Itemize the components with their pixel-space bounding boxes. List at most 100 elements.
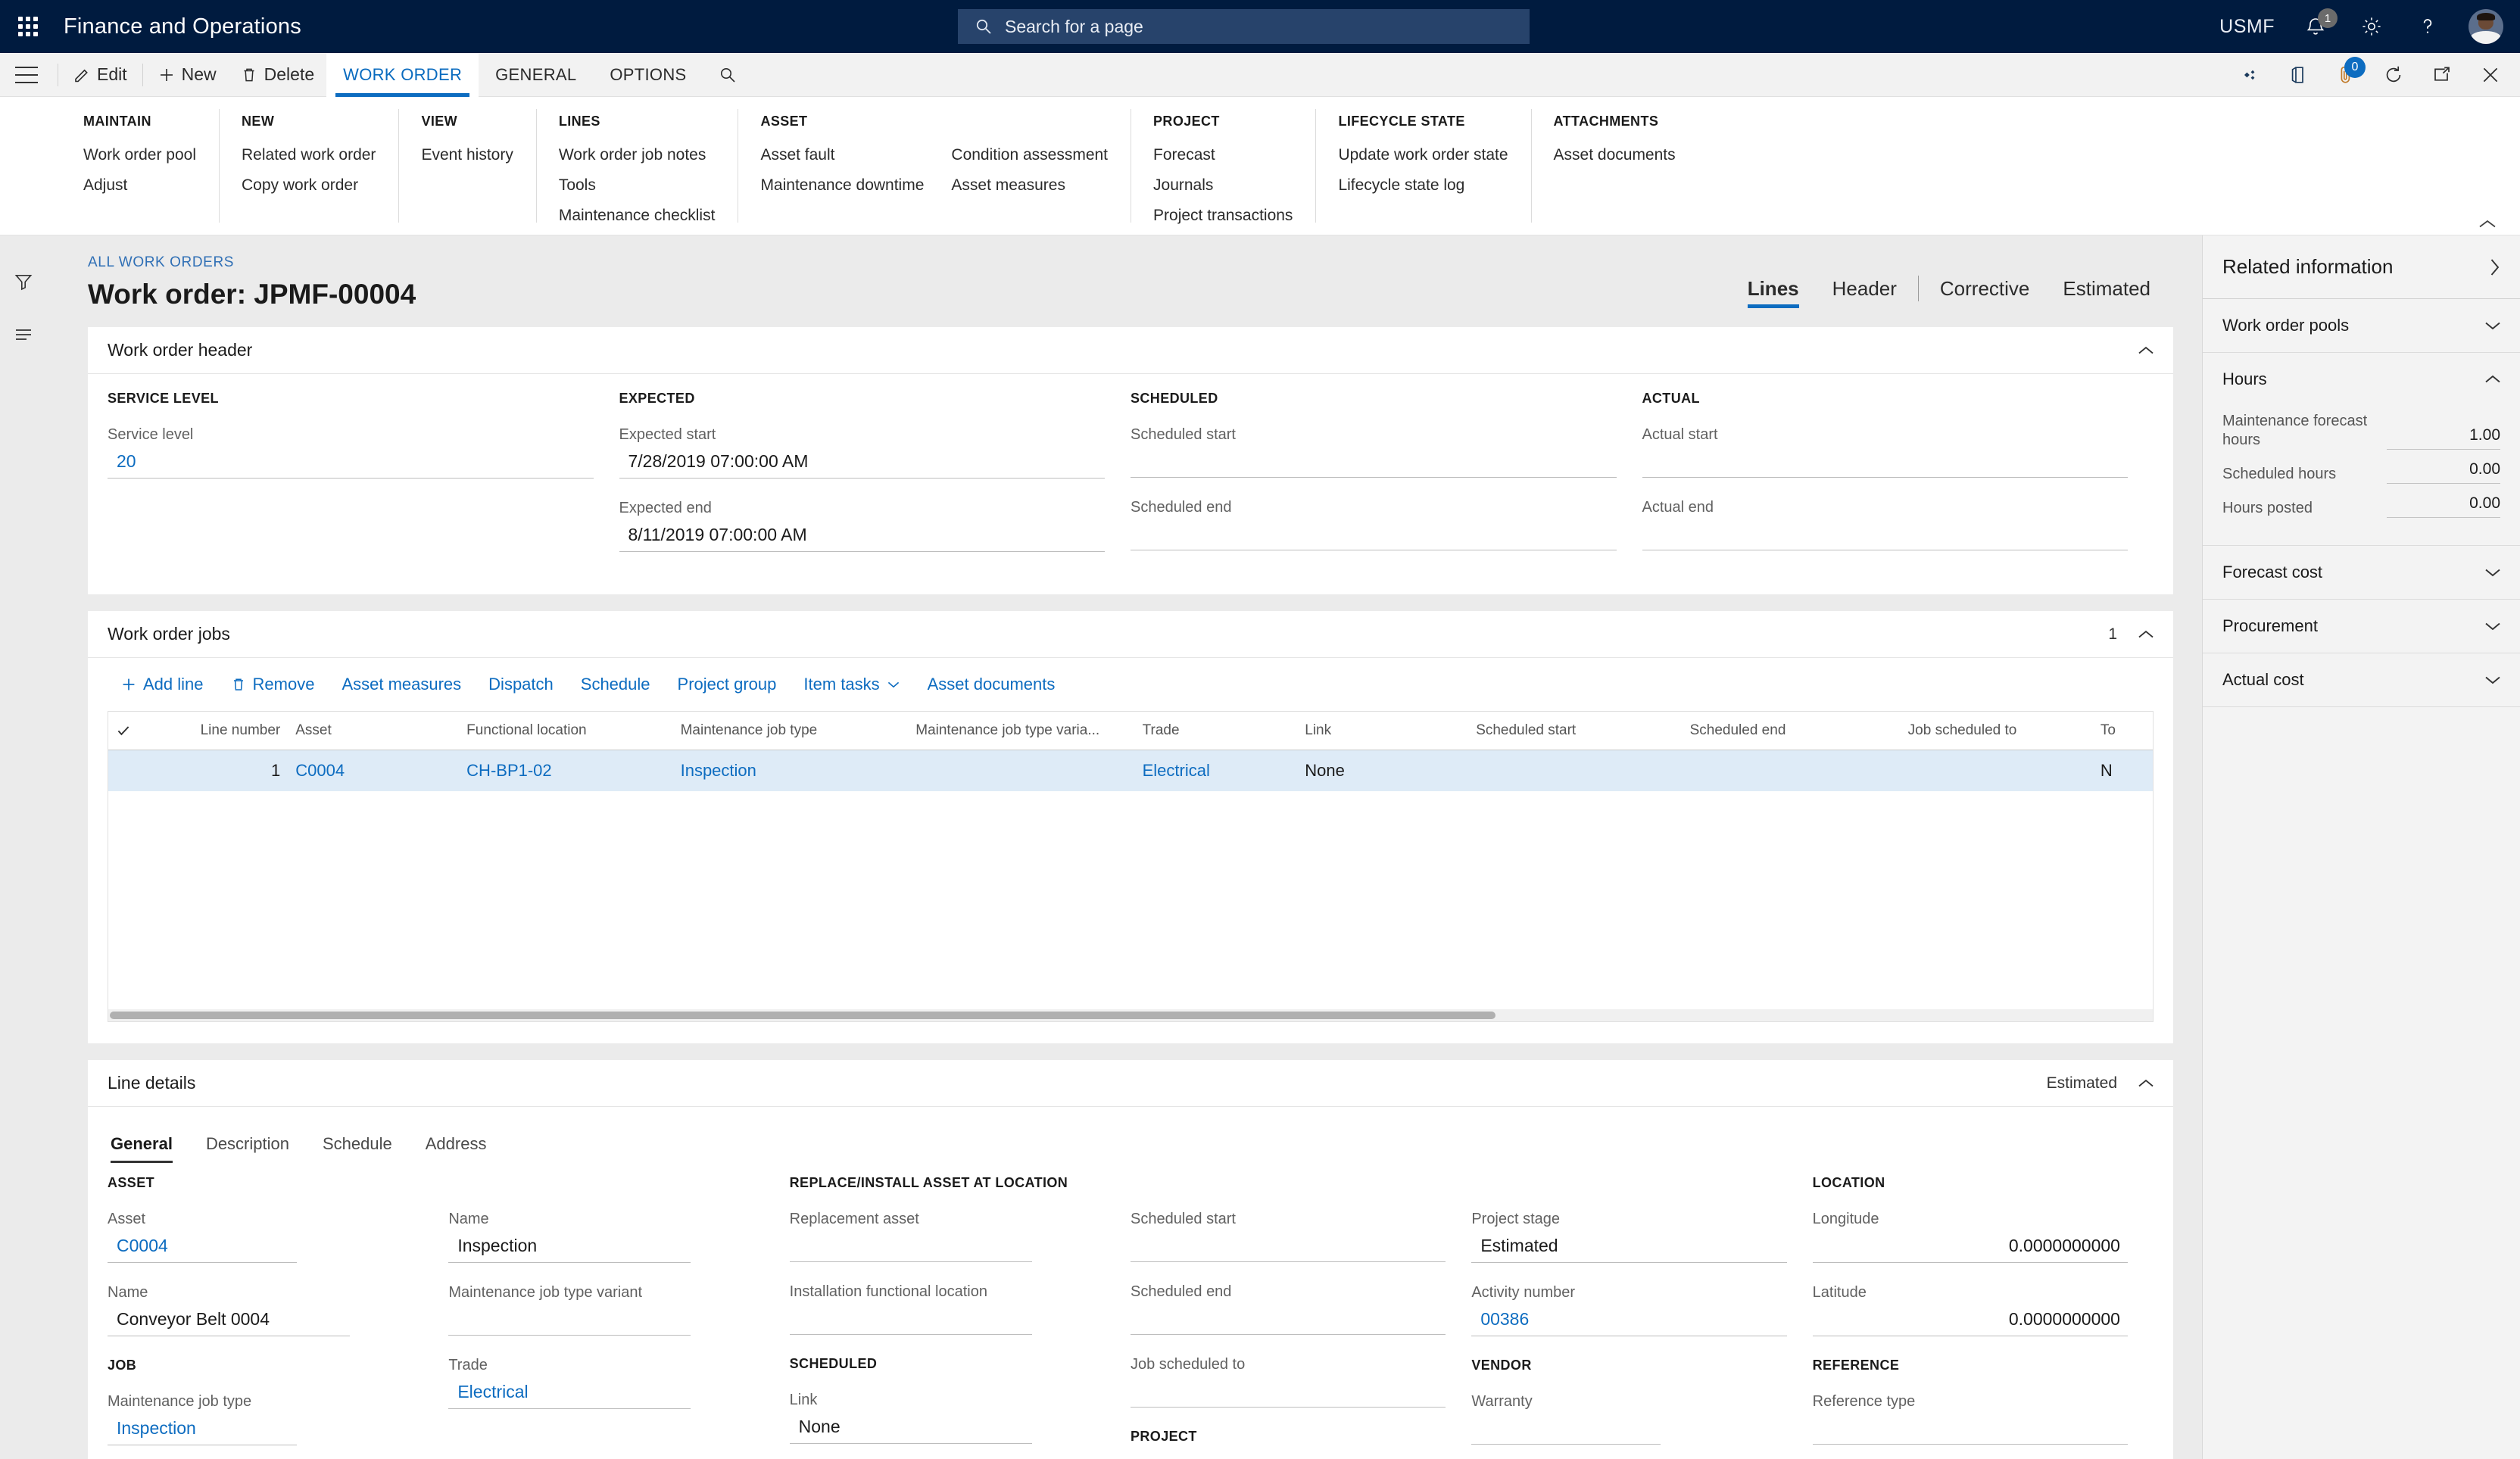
chevron-up-icon[interactable] xyxy=(2484,373,2502,385)
ribbon-item-lifecycle-state-log[interactable]: Lifecycle state log xyxy=(1338,176,1508,195)
chevron-down-icon[interactable] xyxy=(2484,674,2502,686)
related-section-header-actual-cost[interactable]: Actual cost xyxy=(2203,653,2520,706)
column-header-asset[interactable]: Asset xyxy=(288,712,460,750)
field-value-actual-start[interactable] xyxy=(1642,449,2128,478)
page-tab-estimated[interactable]: Estimated xyxy=(2046,277,2167,308)
related-section-header-hours[interactable]: Hours xyxy=(2203,353,2520,406)
jobs-toolbar-item-tasks[interactable]: Item tasks xyxy=(790,670,913,699)
chevron-down-icon[interactable] xyxy=(2484,620,2502,632)
gear-icon[interactable] xyxy=(2356,11,2387,42)
line-details-tab-general[interactable]: General xyxy=(108,1128,189,1163)
column-header-scheduled-end[interactable]: Scheduled end xyxy=(1682,712,1901,750)
field-value-name[interactable]: Inspection xyxy=(448,1233,691,1263)
field-value-reference-type[interactable] xyxy=(1812,1416,2128,1445)
chevron-down-icon[interactable] xyxy=(2484,320,2502,332)
ribbon-item-tools[interactable]: Tools xyxy=(559,176,716,195)
chevron-right-icon[interactable] xyxy=(2488,257,2502,278)
line-details-tab-schedule[interactable]: Schedule xyxy=(306,1128,409,1163)
field-value-scheduled-end[interactable] xyxy=(1131,522,1617,550)
delete-button[interactable]: Delete xyxy=(229,53,326,97)
ribbon-item-related-work-order[interactable]: Related work order xyxy=(242,146,376,164)
ribbon-item-work-order-job-notes[interactable]: Work order job notes xyxy=(559,146,716,164)
field-value-link[interactable]: None xyxy=(789,1414,1032,1444)
page-tab-corrective[interactable]: Corrective xyxy=(1923,277,2046,308)
column-header-scheduled-start[interactable]: Scheduled start xyxy=(1468,712,1683,750)
field-value-scheduled-start[interactable] xyxy=(1131,449,1617,478)
cell-trade[interactable]: Electrical xyxy=(1134,750,1298,791)
refresh-icon[interactable] xyxy=(2384,65,2403,85)
popout-icon[interactable] xyxy=(2432,66,2452,84)
ribbon-item-project-transactions[interactable]: Project transactions xyxy=(1153,207,1293,225)
page-tab-lines[interactable]: Lines xyxy=(1731,277,1816,308)
field-value-trade[interactable]: Electrical xyxy=(448,1380,691,1409)
tab-general[interactable]: GENERAL xyxy=(479,53,593,97)
breadcrumb[interactable]: ALL WORK ORDERS xyxy=(88,254,2173,271)
column-header-job-scheduled-to[interactable]: Job scheduled to xyxy=(1900,712,2093,750)
jobs-toolbar-dispatch[interactable]: Dispatch xyxy=(475,670,567,699)
user-avatar[interactable] xyxy=(2469,9,2503,44)
related-section-header-forecast-cost[interactable]: Forecast cost xyxy=(2203,546,2520,599)
chevron-up-icon[interactable] xyxy=(2478,218,2497,230)
cell-functional-location[interactable]: CH-BP1-02 xyxy=(459,750,673,791)
close-icon[interactable] xyxy=(2481,65,2500,85)
ribbon-item-asset-documents[interactable]: Asset documents xyxy=(1554,146,1676,164)
filter-icon[interactable] xyxy=(14,272,33,291)
field-value-project-stage[interactable]: Estimated xyxy=(1471,1233,1787,1263)
column-header-line-number[interactable]: Line number xyxy=(159,712,288,750)
office-apps-icon[interactable] xyxy=(2240,67,2261,83)
cell-maintenance-job-type[interactable]: Inspection xyxy=(672,750,909,791)
chevron-up-icon[interactable] xyxy=(2137,1077,2155,1090)
tab-work-order[interactable]: WORK ORDER xyxy=(326,52,479,97)
field-value-warranty[interactable] xyxy=(1471,1416,1661,1445)
horizontal-scrollbar[interactable] xyxy=(108,1009,2153,1021)
chevron-down-icon[interactable] xyxy=(2484,566,2502,578)
line-details-tab-address[interactable]: Address xyxy=(409,1128,504,1163)
open-in-office-icon[interactable] xyxy=(2290,65,2308,85)
jobs-toolbar-asset-documents[interactable]: Asset documents xyxy=(914,670,1069,699)
tab-options[interactable]: OPTIONS xyxy=(593,53,703,97)
column-header-trade[interactable]: Trade xyxy=(1134,712,1298,750)
related-section-header-procurement[interactable]: Procurement xyxy=(2203,600,2520,653)
line-details-tab-description[interactable]: Description xyxy=(189,1128,306,1163)
chevron-up-icon[interactable] xyxy=(2137,344,2155,357)
ribbon-item-asset-measures[interactable]: Asset measures xyxy=(951,176,1108,195)
jobs-toolbar-schedule[interactable]: Schedule xyxy=(567,670,664,699)
ribbon-item-condition-assessment[interactable]: Condition assessment xyxy=(951,146,1108,164)
field-value-activity-number[interactable]: 00386 xyxy=(1471,1307,1787,1336)
question-mark-icon[interactable] xyxy=(2412,11,2443,42)
cell-asset[interactable]: C0004 xyxy=(288,750,460,791)
edit-button[interactable]: Edit xyxy=(61,53,139,97)
ribbon-item-maintenance-checklist[interactable]: Maintenance checklist xyxy=(559,207,716,225)
attachments-icon[interactable]: 0 xyxy=(2337,57,2366,86)
chevron-up-icon[interactable] xyxy=(2137,628,2155,641)
column-header-link[interactable]: Link xyxy=(1297,712,1469,750)
field-value-scheduled-start[interactable] xyxy=(1130,1233,1446,1262)
field-value-scheduled-end[interactable] xyxy=(1130,1306,1446,1335)
field-value-longitude[interactable]: 0.0000000000 xyxy=(1812,1233,2128,1263)
bell-icon[interactable]: 1 xyxy=(2300,8,2338,42)
hamburger-icon[interactable] xyxy=(15,66,38,83)
ribbon-item-copy-work-order[interactable]: Copy work order xyxy=(242,176,376,195)
column-header-maintenance-job-type[interactable]: Maintenance job type xyxy=(672,712,909,750)
field-value-installation-functional-location[interactable] xyxy=(789,1306,1032,1335)
jobs-toolbar-asset-measures[interactable]: Asset measures xyxy=(328,670,475,699)
column-header-maintenance-job-type-varia[interactable]: Maintenance job type varia... xyxy=(908,712,1135,750)
field-value-job-scheduled-to[interactable] xyxy=(1130,1379,1446,1408)
ribbon-item-asset-fault[interactable]: Asset fault xyxy=(760,146,924,164)
ribbon-item-journals[interactable]: Journals xyxy=(1153,176,1293,195)
jobs-toolbar-project-group[interactable]: Project group xyxy=(664,670,791,699)
select-all-header[interactable] xyxy=(108,712,160,750)
field-value-latitude[interactable]: 0.0000000000 xyxy=(1812,1307,2128,1336)
field-value-maintenance-job-type[interactable]: Inspection xyxy=(108,1416,297,1445)
ribbon-item-maintenance-downtime[interactable]: Maintenance downtime xyxy=(760,176,924,195)
ribbon-item-event-history[interactable]: Event history xyxy=(421,146,513,164)
column-header-functional-location[interactable]: Functional location xyxy=(459,712,673,750)
command-search-icon[interactable] xyxy=(703,66,752,84)
jobs-toolbar-add-line[interactable]: Add line xyxy=(108,670,217,699)
field-value-expected-end[interactable]: 8/11/2019 07:00:00 AM xyxy=(619,522,1105,552)
jobs-toolbar-remove[interactable]: Remove xyxy=(217,670,329,699)
global-search-input[interactable]: Search for a page xyxy=(958,9,1530,44)
field-value-name[interactable]: Conveyor Belt 0004 xyxy=(108,1307,350,1336)
ribbon-item-forecast[interactable]: Forecast xyxy=(1153,146,1293,164)
ribbon-item-adjust[interactable]: Adjust xyxy=(83,176,196,195)
